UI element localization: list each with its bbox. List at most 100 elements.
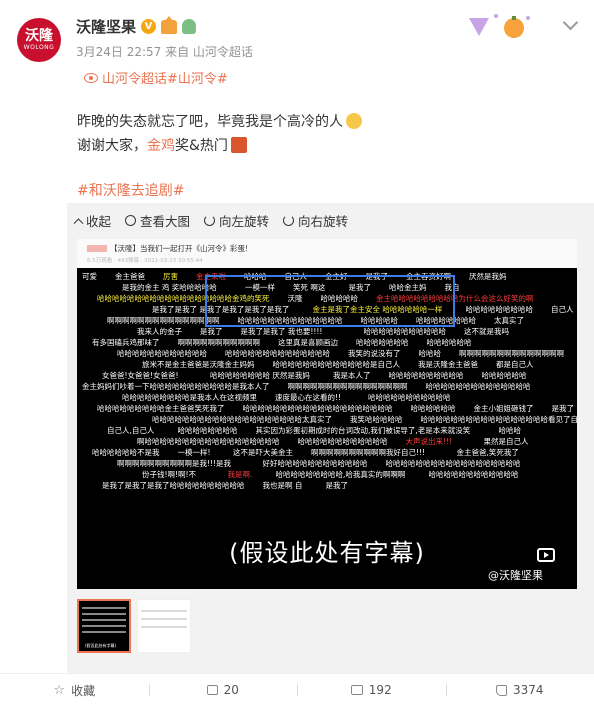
share-count: 20	[224, 683, 239, 697]
favorite-button[interactable]: ☆收藏	[0, 674, 149, 706]
avatar-logo-sub: WOLONG	[24, 44, 55, 52]
danmaku-comment: 啊啊啊啊啊啊啊啊啊啊是我!!!是我	[117, 459, 231, 468]
danmaku-comment: 哈哈哈哈哈哈哈哈 厌然是我妈	[210, 371, 310, 380]
danmaku-comment: 果然是自己人	[484, 437, 529, 446]
avatar[interactable]: 沃隆 WOLONG	[17, 18, 61, 62]
danmaku-comment: 这不是吓大美金主	[233, 448, 293, 457]
danmaku-comment: 我是本人了	[333, 371, 371, 380]
danmaku-comment: 是我的金主 鸡 奖哈哈哈哈哈	[122, 283, 217, 292]
danmaku-comment: 我来人的金子	[137, 327, 182, 336]
danmaku-comment: 都是自己人	[496, 360, 534, 369]
post-image[interactable]: 【沃隆】当我们一起打开《山河令》彩蛋! 6.5万观看 · 493弹幕 · 202…	[77, 239, 577, 589]
comment-count: 192	[369, 683, 392, 697]
danmaku-comment: 哈哈哈	[499, 426, 522, 435]
danmaku-comment: 哈哈哈哈哈哈哈哈哈哈哈哈哈哈哈哈哈看见了自己	[421, 415, 578, 424]
post-line-2: 谢谢大家，金鸡奖&热门	[77, 134, 577, 158]
danmaku-comment: 可爱	[82, 272, 97, 281]
danmaku-comment: 一模一样!	[178, 448, 211, 457]
danmaku-comment: 我也是啊 自	[263, 481, 303, 490]
media-viewer: 收起 查看大图 向左旋转 向右旋转 【沃隆】当我们一起打开《山河令》彩蛋! 6.…	[67, 203, 594, 673]
image-title-tag: 【沃隆】	[110, 244, 140, 253]
post-meta[interactable]: 3月24日 22:57 来自 山河令超话	[76, 43, 253, 60]
user-name[interactable]: 沃隆坚果	[76, 16, 136, 37]
danmaku-comment: 哈哈哈哈哈哈	[411, 404, 456, 413]
danmaku-video-frame: 是我了我也是啊 自是我了是我了是我了哈哈哈哈哈哈哈哈哈哈哈哈哈哈哈哈哈哈哈哈哈哈…	[77, 268, 577, 589]
collapse-button[interactable]: 收起	[75, 211, 111, 230]
danmaku-comment: 厉害	[163, 272, 178, 281]
topic-link[interactable]: 山河令超话#山河令#	[84, 68, 228, 87]
like-count: 3374	[513, 683, 544, 697]
danmaku-comment: 啊啊啊啊啊啊啊啊啊啊啊啊啊啊啊啊	[288, 382, 408, 391]
image-video-stats: 6.5万观看 · 493弹幕 · 2021-03-23 20:55:44	[87, 256, 203, 264]
danmaku-comment: 其实因为彩蛋初期成时的台词改动,我们被误导了,老是本来就没笑	[256, 426, 471, 435]
hashtag-link[interactable]: #和沃隆去追剧#	[77, 180, 184, 200]
golden-rooster-link[interactable]: 金鸡	[147, 138, 175, 154]
danmaku-comment: 自己人,自己人	[107, 426, 154, 435]
danmaku-comment: 这不就是我吗	[464, 327, 509, 336]
danmaku-comment: 哈哈哈哈哈哈不是我	[92, 448, 160, 457]
verified-icon: V	[141, 19, 156, 34]
danmaku-comment: 自己人	[551, 305, 574, 314]
danmaku-comment: 哈哈哈	[419, 349, 442, 358]
danmaku-comment: 哈哈哈哈哈哈哈哈哈哈哈哈哈哈哈哈哈哈	[386, 459, 521, 468]
image-toolbar: 收起 查看大图 向左旋转 向右旋转	[75, 211, 348, 230]
post-header: 沃隆 WOLONG 沃隆坚果 V 3月24日 22:57 来自 山河令超话	[0, 0, 594, 70]
video-subtitle: (假设此处有字幕)	[77, 533, 577, 568]
danmaku-comment: 哈哈哈哈哈哈哈哈哈金主爸爸笑死我了	[97, 404, 225, 413]
danmaku-comment: 厌然是我妈	[469, 272, 507, 281]
thumbnail-2[interactable]	[137, 599, 191, 653]
rotate-left-button[interactable]: 向左旋转	[204, 211, 269, 230]
danmaku-comment: 是我了	[200, 327, 223, 336]
view-large-button[interactable]: 查看大图	[125, 211, 190, 230]
like-button[interactable]: 3374	[446, 674, 594, 706]
danmaku-comment: 啊啊啊啊啊啊啊啊啊啊啊啊啊啊啊	[107, 316, 220, 325]
image-video-header: 【沃隆】当我们一起打开《山河令》彩蛋! 6.5万观看 · 493弹幕 · 202…	[77, 239, 577, 269]
comment-button[interactable]: 192	[297, 674, 446, 706]
share-button[interactable]: 20	[149, 674, 298, 706]
rotate-right-label: 向右旋转	[298, 211, 348, 230]
danmaku-comment: 金主爸爸	[115, 272, 145, 281]
collapse-label: 收起	[86, 211, 111, 230]
danmaku-comment: 哈哈哈哈哈哈哈哈哈哈哈哈哈哈	[426, 382, 531, 391]
comment-icon	[351, 685, 363, 695]
magnifier-icon	[125, 215, 136, 226]
post-line-1-text: 昨晚的失态就忘了吧，毕竟我是个高冷的人	[77, 114, 343, 130]
danmaku-comment: 是我了	[552, 404, 575, 413]
danmaku-comment: 哈哈哈哈哈哈哈哈哈	[466, 305, 534, 314]
danmaku-comment: 这里真是喜顾画边	[278, 338, 338, 347]
danmaku-comment: 哈哈哈哈哈哈	[482, 371, 527, 380]
danmaku-comment: 哈哈哈哈哈哈哈哈哈哈哈	[364, 327, 447, 336]
image-title-text: 当我们一起打开《山河令》彩蛋!	[140, 244, 248, 253]
image-video-title: 【沃隆】当我们一起打开《山河令》彩蛋!	[87, 243, 248, 254]
chevron-down-icon[interactable]	[563, 15, 579, 31]
danmaku-comment: 哈哈哈哈哈哈哈哈	[178, 426, 238, 435]
danmaku-comment: 是我了	[326, 481, 349, 490]
danmaku-comment: 哈哈哈哈哈哈哈	[356, 338, 409, 347]
thumbnail-1[interactable]: (假设此处有字幕)	[77, 599, 131, 653]
danmaku-comment: 太真实了	[494, 316, 524, 325]
halloween-decoration-icon	[464, 8, 534, 42]
danmaku-comment: 是我了是我了 我也要!!!!	[241, 327, 323, 336]
danmaku-comment: 我是沃隆金主爸爸	[418, 360, 478, 369]
danmaku-comment: 速度最心在这看的!!	[275, 393, 341, 402]
thumbs-up-icon	[496, 685, 507, 696]
badge-emoji-icon	[231, 137, 247, 153]
danmaku-comment: 是我了是我了是我了哈哈哈哈哈哈哈哈哈哈	[102, 481, 245, 490]
highlight-box	[205, 275, 455, 327]
danmaku-comment: 我笑的说没有了	[348, 349, 401, 358]
danmaku-comment: 哈哈哈哈哈哈哈哈哈哈哈哈哈哈哈哈哈哈哈哈	[243, 404, 393, 413]
danmaku-comment: 啊啊啊啊啊啊啊啊啊啊啊啊啊啊	[459, 349, 564, 358]
danmaku-comment: 哈哈哈哈哈哈哈哈哈哈哈哈哈是自己人	[273, 360, 401, 369]
thumbnail-caption: (假设此处有字幕)	[85, 643, 116, 649]
danmaku-comment: 金主小姐姐砸钱了	[474, 404, 534, 413]
rotate-right-button[interactable]: 向右旋转	[283, 211, 348, 230]
avatar-logo-text: 沃隆	[25, 28, 53, 44]
super-topic-icon	[84, 73, 98, 83]
video-play-icon	[537, 548, 555, 562]
danmaku-comment: 有多国磕兵鸡那味了	[92, 338, 160, 347]
arrow-up-icon	[74, 218, 84, 228]
weibo-watermark: @沃隆坚果	[488, 567, 543, 583]
danmaku-comment: 哈哈哈哈哈哈	[427, 338, 472, 347]
danmaku-comment: 旅米不是金主爸爸是沃隆金主妈妈	[142, 360, 255, 369]
post-actions: ☆收藏 20 192 3374	[0, 673, 594, 706]
